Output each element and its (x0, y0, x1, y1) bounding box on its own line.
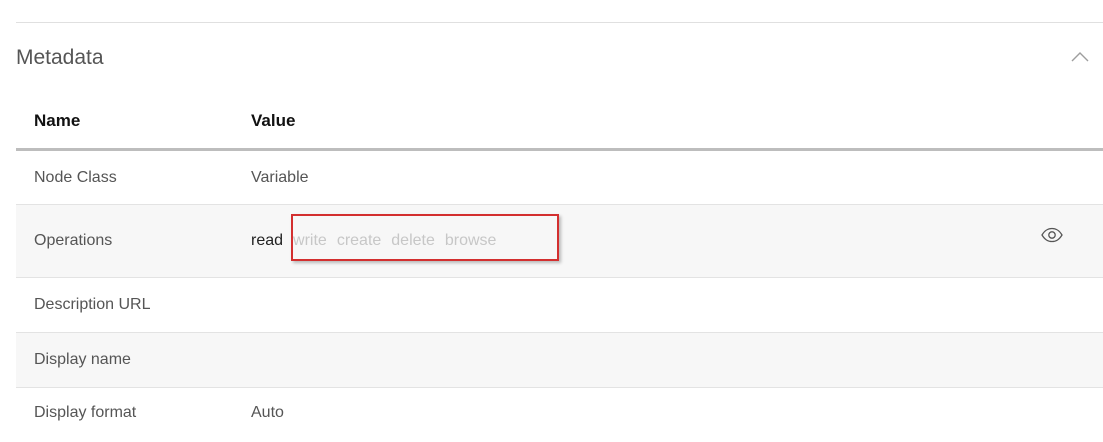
reveal-button[interactable] (1041, 227, 1063, 248)
section-title: Metadata (16, 46, 104, 69)
operation-browse: browse (444, 232, 497, 249)
row-name: Display name (34, 351, 131, 368)
metadata-section-header[interactable]: Metadata (16, 40, 1103, 80)
operations-list: read write create delete browse (251, 232, 496, 250)
metadata-table: Name Value Node Class Variable Operation… (16, 96, 1103, 442)
collapse-button[interactable] (1067, 44, 1093, 70)
table-row: Description URL (16, 278, 1103, 333)
row-value: Auto (251, 404, 284, 421)
row-name: Description URL (34, 296, 151, 313)
table-row-operations: Operations read write create delete brow… (16, 205, 1103, 278)
operation-create: create (336, 232, 382, 249)
table-row: Display name (16, 333, 1103, 388)
eye-icon (1041, 227, 1063, 243)
table-row: Node Class Variable (16, 151, 1103, 205)
row-name: Display format (34, 404, 137, 421)
column-header-value: Value (251, 111, 296, 130)
row-value: Variable (251, 169, 309, 186)
table-row: Display format Auto (16, 388, 1103, 442)
operation-write: write (293, 232, 327, 249)
table-header: Name Value (16, 96, 1103, 151)
column-header-name: Name (34, 111, 81, 130)
top-divider (16, 22, 1103, 23)
operation-read: read (251, 232, 284, 249)
row-name: Operations (34, 232, 113, 249)
row-name: Node Class (34, 169, 117, 186)
chevron-up-icon (1071, 52, 1089, 62)
operation-delete: delete (391, 232, 435, 249)
